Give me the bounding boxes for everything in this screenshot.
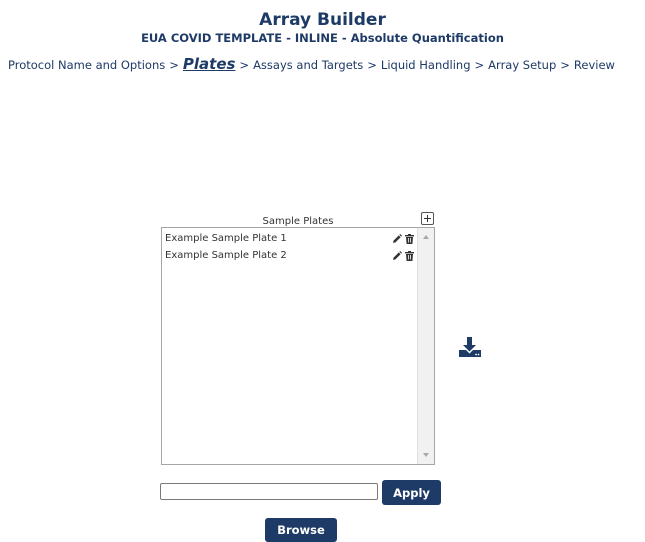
- breadcrumb-plates[interactable]: Plates: [183, 55, 236, 73]
- breadcrumb-separator: >: [239, 58, 250, 72]
- trash-icon[interactable]: [405, 234, 414, 244]
- list-item[interactable]: Example Sample Plate 2: [165, 248, 418, 264]
- download-icon[interactable]: [459, 337, 481, 357]
- page-title: Array Builder: [259, 10, 386, 30]
- sample-plates-list[interactable]: Example Sample Plate 1 Example Sample Pl…: [161, 227, 435, 465]
- breadcrumb-review[interactable]: Review: [574, 58, 615, 72]
- breadcrumb-separator: >: [474, 58, 485, 72]
- scroll-down-arrow-icon[interactable]: [423, 453, 429, 457]
- breadcrumb: Protocol Name and Options > Plates > Assays …: [8, 55, 645, 73]
- list-scrollbar[interactable]: [417, 228, 434, 464]
- breadcrumb-liquid-handling[interactable]: Liquid Handling: [381, 58, 471, 72]
- list-item[interactable]: Example Sample Plate 1: [165, 231, 418, 247]
- scroll-up-arrow-icon[interactable]: [423, 235, 429, 239]
- protocol-name: EUA COVID TEMPLATE - INLINE - Absolute Q…: [141, 31, 504, 45]
- pencil-icon[interactable]: [392, 251, 402, 261]
- trash-icon[interactable]: [405, 251, 414, 261]
- add-plate-icon[interactable]: [421, 212, 434, 225]
- breadcrumb-array-setup[interactable]: Array Setup: [488, 58, 556, 72]
- apply-button[interactable]: Apply: [382, 480, 441, 505]
- breadcrumb-separator: >: [367, 58, 377, 72]
- plate-name: Example Sample Plate 2: [165, 250, 287, 261]
- pencil-icon[interactable]: [392, 234, 402, 244]
- breadcrumb-assays-and-targets[interactable]: Assays and Targets: [253, 58, 363, 72]
- sample-plates-title: Sample Plates: [262, 216, 334, 227]
- browse-button[interactable]: Browse: [265, 518, 337, 542]
- plate-name: Example Sample Plate 1: [165, 233, 287, 244]
- breadcrumb-separator: >: [169, 58, 179, 72]
- file-name-input[interactable]: [160, 483, 378, 500]
- breadcrumb-protocol-name-and-options[interactable]: Protocol Name and Options: [8, 58, 165, 72]
- breadcrumb-separator: >: [560, 58, 570, 72]
